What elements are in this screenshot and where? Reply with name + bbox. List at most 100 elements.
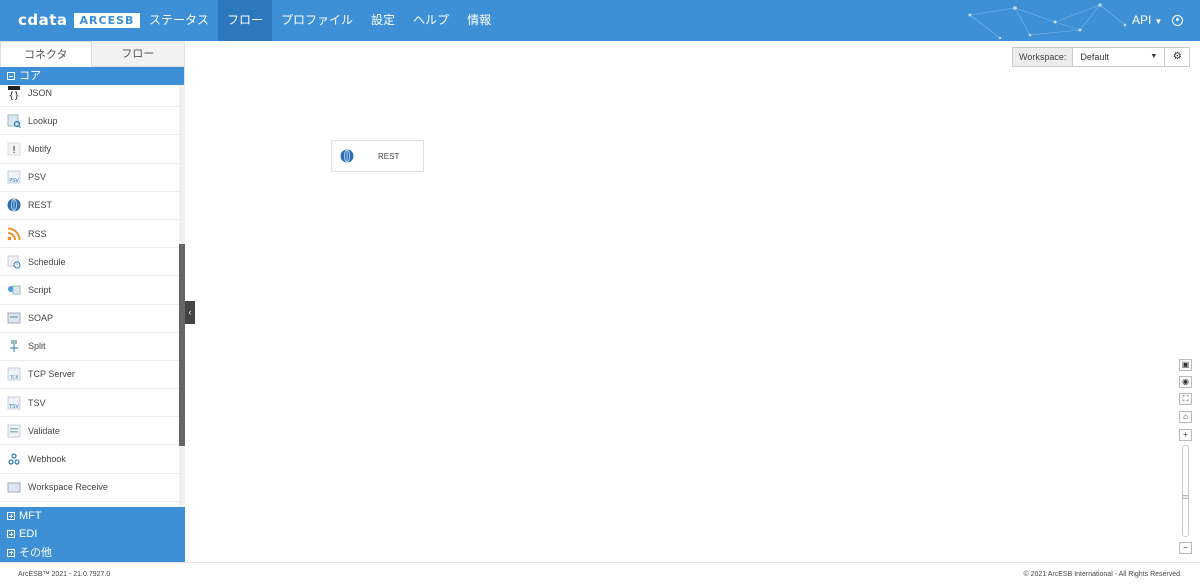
group-core-label: コア	[19, 70, 41, 82]
connector-json[interactable]: {} JSON	[0, 85, 180, 108]
nav-item-info[interactable]: 情報	[458, 0, 500, 41]
connector-label: PSV	[28, 172, 47, 183]
svg-text:PSV: PSV	[9, 178, 19, 184]
user-icon[interactable]	[1172, 15, 1183, 26]
connector-label: REST	[28, 200, 53, 211]
schedule-icon	[7, 255, 21, 269]
workspace-label: Workspace:	[1012, 47, 1073, 67]
sidebar-tabs: コネクタ フロー	[0, 41, 184, 67]
cdata-arcesb-logo[interactable]: cdata ARCESB	[18, 11, 141, 29]
nav-item-status[interactable]: ステータス	[140, 0, 218, 41]
collapse-sidebar-button[interactable]: ‹	[185, 301, 195, 324]
sidebar-scrollbar[interactable]	[179, 85, 185, 506]
connector-label: Webhook	[28, 454, 66, 465]
connector-label: TCP Server	[28, 369, 75, 380]
nav-item-help[interactable]: ヘルプ	[404, 0, 458, 41]
caret-down-icon: ▼	[1154, 17, 1163, 26]
globe-icon	[340, 149, 354, 163]
connector-label: SOAP	[28, 313, 54, 324]
workspace-settings-button[interactable]: ⚙	[1165, 47, 1191, 67]
node-label: REST	[378, 151, 400, 161]
connector-rest[interactable]: REST	[0, 192, 180, 220]
workspace-receive-icon	[7, 480, 21, 494]
version-text: ArcESB™ 2021 - 21.0.7927.0	[18, 571, 111, 578]
eye-icon[interactable]: ◉	[1179, 376, 1192, 388]
group-label: MFT	[19, 510, 42, 523]
copyright-text: © 2021 ArcESB International - All Rights…	[1023, 571, 1182, 578]
connector-webhook[interactable]: Webhook	[0, 445, 180, 474]
connector-label: TSV	[28, 397, 46, 408]
webhook-icon	[7, 452, 21, 466]
home-icon[interactable]: ⌂	[1179, 411, 1192, 423]
connector-split[interactable]: Split	[0, 333, 180, 361]
svg-text:!: !	[12, 145, 16, 156]
fit-screen-icon[interactable]: ⛶	[1179, 393, 1192, 405]
gear-icon: ⚙	[1172, 51, 1182, 62]
group-other-header[interactable]: その他	[0, 543, 185, 562]
group-core-header[interactable]: コア	[0, 67, 184, 85]
zoom-slider-handle[interactable]	[1182, 495, 1189, 499]
script-icon	[7, 283, 21, 297]
workspace-value: Default	[1080, 52, 1109, 62]
zoom-out-button[interactable]: −	[1179, 542, 1192, 554]
globe-icon	[7, 198, 21, 212]
group-mft-header[interactable]: MFT	[0, 507, 185, 526]
api-menu[interactable]: API ▼	[1132, 0, 1162, 41]
connector-psv[interactable]: PSV PSV	[0, 164, 180, 192]
workspace-selector: Workspace: Default ▼ ⚙	[1012, 47, 1191, 67]
workspace-dropdown[interactable]: Default ▼	[1072, 47, 1166, 67]
connector-soap[interactable]: SOAP	[0, 305, 180, 333]
split-icon	[7, 339, 21, 353]
top-navbar: cdata ARCESB ステータス フロー プロファイル 設定 ヘルプ 情報 …	[0, 0, 1200, 41]
psv-icon: PSV	[7, 170, 21, 184]
svg-text:{}: {}	[9, 91, 20, 100]
expand-icon	[7, 548, 15, 557]
connector-validate[interactable]: Validate	[0, 417, 180, 446]
tab-connectors[interactable]: コネクタ	[0, 41, 92, 67]
connector-notify[interactable]: ! Notify	[0, 135, 180, 164]
expand-icon	[7, 512, 15, 521]
tcp-icon: TCP	[7, 367, 21, 381]
connector-sidebar: コネクタ フロー コア {} JSON Lookup ! Notify PSV …	[0, 41, 185, 562]
tab-flows[interactable]: フロー	[91, 41, 184, 67]
json-icon: {}	[7, 85, 21, 100]
caret-down-icon: ▼	[1150, 53, 1158, 60]
collapsed-groups: MFT EDI その他	[0, 507, 185, 562]
group-edi-header[interactable]: EDI	[0, 525, 185, 544]
logo-text: cdata	[18, 11, 68, 29]
scrollbar-thumb[interactable]	[179, 244, 185, 446]
group-label: EDI	[19, 528, 38, 541]
connector-label: Lookup	[28, 115, 58, 126]
connector-tcp-server[interactable]: TCP TCP Server	[0, 361, 180, 390]
nav-item-flow[interactable]: フロー	[218, 0, 273, 41]
connector-label: Script	[28, 284, 52, 295]
connector-rss[interactable]: RSS	[0, 220, 180, 249]
group-label: その他	[19, 546, 52, 559]
rss-icon	[7, 227, 21, 241]
connector-tsv[interactable]: TSV TSV	[0, 389, 180, 418]
connector-label: JSON	[28, 87, 53, 98]
logo-product: ARCESB	[73, 12, 141, 28]
footer: ArcESB™ 2021 - 21.0.7927.0 © 2021 ArcESB…	[0, 562, 1200, 586]
notify-icon: !	[7, 142, 21, 156]
tsv-icon: TSV	[7, 396, 21, 410]
expand-icon	[7, 530, 15, 539]
connector-label: Validate	[28, 425, 60, 436]
nav-item-settings[interactable]: 設定	[362, 0, 404, 41]
api-label: API	[1132, 13, 1152, 27]
main-nav: ステータス フロー プロファイル 設定 ヘルプ 情報	[140, 0, 500, 41]
zoom-in-button[interactable]: +	[1179, 429, 1192, 441]
nav-item-profile[interactable]: プロファイル	[272, 0, 362, 41]
connector-label: RSS	[28, 228, 47, 239]
connector-workspace-receive[interactable]: Workspace Receive	[0, 474, 180, 502]
zoom-slider[interactable]	[1182, 445, 1189, 537]
svg-text:TSV: TSV	[8, 404, 19, 410]
connector-lookup[interactable]: Lookup	[0, 107, 180, 136]
network-decoration	[968, 3, 1127, 40]
collapse-icon	[7, 72, 15, 80]
save-icon[interactable]: ▣	[1179, 359, 1192, 371]
connector-label: Notify	[28, 143, 52, 154]
connector-schedule[interactable]: Schedule	[0, 248, 180, 277]
connector-script[interactable]: Script	[0, 276, 180, 305]
flow-node-rest[interactable]: REST	[331, 140, 424, 172]
